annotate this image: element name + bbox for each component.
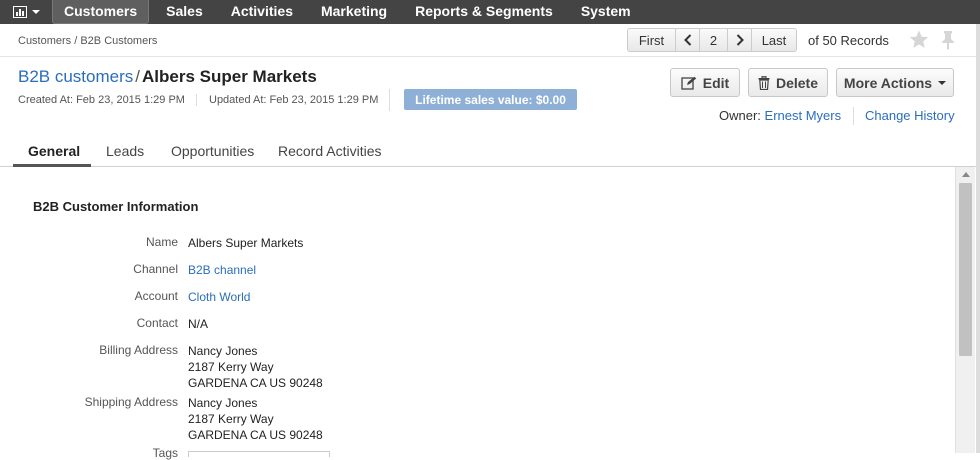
record-name: Albers Super Markets <box>142 67 317 86</box>
owner-link[interactable]: Ernest Myers <box>765 108 842 123</box>
field-label: Name <box>145 235 178 249</box>
pager-last-button[interactable]: Last <box>751 29 796 51</box>
owner-divider <box>853 107 854 125</box>
edit-button-label: Edit <box>702 74 730 91</box>
trash-icon <box>758 75 770 90</box>
change-history-link[interactable]: Change History <box>865 108 955 123</box>
chevron-right-icon <box>736 34 744 46</box>
tab-record-activities[interactable]: Record Activities <box>278 143 381 159</box>
tab-leads[interactable]: Leads <box>106 143 144 159</box>
pin-icon <box>942 31 954 50</box>
address-line: GARDENA CA US 90248 <box>188 428 323 442</box>
pager-current-page: 2 <box>699 29 727 51</box>
owner-info: Owner: Ernest Myers <box>719 108 841 123</box>
pager-first-button[interactable]: First <box>628 29 675 51</box>
vertical-scrollbar[interactable] <box>955 167 975 453</box>
address-line: Nancy Jones <box>188 344 258 358</box>
field-value: Albers Super Markets <box>188 236 304 250</box>
tags-field[interactable] <box>188 451 330 457</box>
breadcrumb-bar: Customers / B2B Customers First 2 Last o… <box>0 24 978 57</box>
edit-icon <box>681 76 696 90</box>
breadcrumb: Customers / B2B Customers <box>18 35 158 47</box>
bar-chart-icon <box>12 6 27 18</box>
delete-button[interactable]: Delete <box>748 68 828 97</box>
title-separator: / <box>135 67 140 86</box>
account-link[interactable]: Cloth World <box>188 290 250 304</box>
address-line: 2187 Kerry Way <box>188 360 274 374</box>
created-at: Created At: Feb 23, 2015 1:29 PM <box>18 94 185 106</box>
tab-bar: General Leads Opportunities Record Activ… <box>0 137 978 167</box>
delete-button-label: Delete <box>775 74 819 91</box>
pager-prev-button[interactable] <box>675 29 699 51</box>
favorite-button[interactable] <box>909 30 929 54</box>
field-label: Shipping Address <box>84 395 178 409</box>
address-line: 2187 Kerry Way <box>188 412 274 426</box>
field-label: Channel <box>133 262 178 276</box>
chevron-left-icon <box>683 34 691 46</box>
updated-at: Updated At: Feb 23, 2015 1:29 PM <box>196 94 378 106</box>
entity-link[interactable]: B2B customers <box>18 67 133 86</box>
top-navigation: Customers Sales Activities Marketing Rep… <box>0 0 980 24</box>
section-title: B2B Customer Information <box>33 199 199 214</box>
dashboard-menu-button[interactable] <box>0 0 52 24</box>
pager-next-button[interactable] <box>727 29 751 51</box>
more-actions-label: More Actions <box>843 74 933 91</box>
field-value: N/A <box>188 317 209 331</box>
nav-reports-segments[interactable]: Reports & Segments <box>401 0 567 24</box>
edit-button[interactable]: Edit <box>670 68 740 97</box>
address-line: Nancy Jones <box>188 396 258 410</box>
scrollbar-thumb[interactable] <box>959 183 972 356</box>
page-title: B2B customers / Albers Super Markets <box>18 67 317 87</box>
star-icon <box>909 30 929 48</box>
shipping-address-value: Nancy Jones 2187 Kerry Way GARDENA CA US… <box>188 395 323 443</box>
address-line: GARDENA CA US 90248 <box>188 376 323 390</box>
nav-activities[interactable]: Activities <box>217 0 307 24</box>
field-label: Account <box>134 289 178 303</box>
nav-system[interactable]: System <box>567 0 645 24</box>
scroll-up-arrow[interactable] <box>962 172 970 177</box>
nav-sales[interactable]: Sales <box>152 0 217 24</box>
record-pager: First 2 Last <box>627 28 797 52</box>
header-divider <box>389 89 390 111</box>
nav-marketing[interactable]: Marketing <box>307 0 401 24</box>
window-edge <box>976 24 980 453</box>
chevron-down-icon <box>31 10 40 14</box>
owner-label: Owner: <box>719 108 761 123</box>
active-tab-indicator <box>13 164 91 167</box>
field-label: Billing Address <box>99 343 178 357</box>
lifetime-sales-badge: Lifetime sales value: $0.00 <box>404 89 577 110</box>
nav-customers[interactable]: Customers <box>52 0 150 24</box>
channel-link[interactable]: B2B channel <box>188 263 256 277</box>
more-actions-dropdown[interactable]: More Actions <box>836 68 954 97</box>
field-label: Tags <box>152 446 178 460</box>
field-label: Contact <box>136 316 178 330</box>
tab-general[interactable]: General <box>28 143 80 159</box>
tab-opportunities[interactable]: Opportunities <box>171 143 254 159</box>
chevron-down-icon <box>938 80 947 85</box>
pin-button[interactable] <box>941 30 955 55</box>
billing-address-value: Nancy Jones 2187 Kerry Way GARDENA CA US… <box>188 343 323 391</box>
record-count: of 50 Records <box>808 33 889 48</box>
